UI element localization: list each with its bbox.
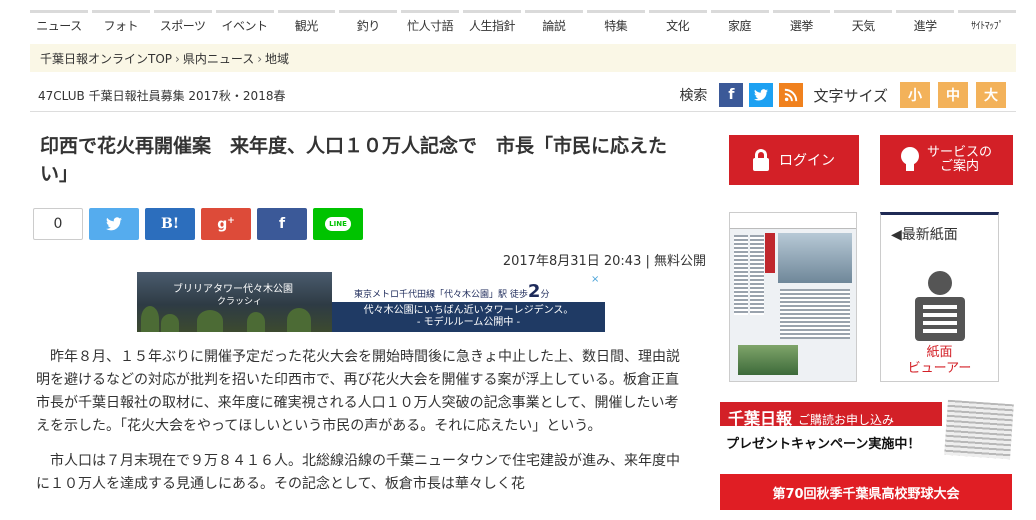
promo-brand: 千葉日報 [728,409,793,428]
share-twitter-button[interactable] [89,208,139,240]
promo-campaign: プレゼントキャンペーン実施中！ [726,437,921,452]
nav-item[interactable]: 天気 [834,10,893,40]
login-button[interactable]: ログイン [729,135,859,185]
facebook-icon: f [278,216,286,232]
latest-paper-thumbnail[interactable] [729,212,857,382]
twitter-icon [106,217,122,231]
newspaper-reader-icon [915,271,965,341]
login-label: ログイン [779,153,835,169]
breadcrumb-prefecture-news[interactable]: 県内ニュース [183,52,254,66]
baseball-tournament-banner[interactable]: 第70回秋季千葉県高校野球大会 [720,474,1012,510]
share-facebook-button[interactable]: f [257,208,307,240]
nav-item[interactable]: イベント [215,10,274,40]
facebook-icon[interactable]: f [719,83,744,107]
share-count: 0 [33,208,83,240]
paper-photo [738,345,798,375]
rss-symbol-icon [785,88,798,102]
gplus-icon: g+ [217,215,235,233]
ad-station: 東京メトロ千代田線「代々木公園」駅 徒歩2分 [332,272,605,302]
article-body: 昨年８月、１５年ぶりに開催予定だった花火大会を開始時間後に急きょ中止した上、数日… [36,346,688,508]
paper-photo [778,233,852,283]
ad-tree [197,310,223,332]
search-link[interactable]: 検索 [679,85,707,105]
nav-item[interactable]: フォト [91,10,150,40]
line-icon: LINE [325,217,351,231]
nav-item[interactable]: 忙人寸語 [401,10,460,40]
ad-tree [287,308,311,332]
breadcrumb: 千葉日報オンラインTOP › 県内ニュース › 地域 [30,44,1016,72]
nav-item[interactable]: 文化 [648,10,707,40]
ad-tower-title: ブリリアタワー代々木公園 [173,284,293,295]
service-guide-button[interactable]: サービスの ご案内 [880,135,1013,185]
nav-item[interactable]: スポーツ [153,10,212,40]
latest-paper-panel[interactable]: ◀最新紙面 紙面 ビューアー [880,212,999,382]
ad-station-text: 東京メトロ千代田線「代々木公園」駅 [354,290,508,300]
breadcrumb-separator: › [257,52,263,66]
nav-item[interactable]: 論説 [525,10,583,40]
ad-tagline: 代々木公園にいちばん近いタワーレジデンス。 - モデルルーム公開中 - [332,302,605,332]
share-gplus-button[interactable]: g+ [201,208,251,240]
ad-walk: 徒歩 [509,290,528,300]
ad-tree [141,306,159,332]
rss-icon[interactable] [779,83,804,107]
article-title: 印西で花火再開催案 来年度、人口１０万人記念で 市長「市民に応えたい」 [40,135,668,185]
ad-close-icon[interactable]: × [591,274,603,286]
nav-item[interactable]: 選挙 [772,10,831,40]
font-size-label: 文字サイズ [813,86,888,105]
ad-banner[interactable]: ブリリアタワー代々木公園 クラッシィ 東京メトロ千代田線「代々木公園」駅 徒歩2… [137,272,605,332]
ad-tower-sub: クラッシィ [217,297,263,307]
ad-tagline-1: 代々木公園にいちばん近いタワーレジデンス。 [363,305,574,316]
share-hatena-button[interactable]: B! [145,208,195,240]
nav-item[interactable]: 人生指針 [463,10,521,40]
hatena-icon: B! [161,216,179,232]
ad-text: 東京メトロ千代田線「代々木公園」駅 徒歩2分 代々木公園にいちばん近いタワーレジ… [332,272,605,332]
nav-item[interactable]: 家庭 [710,10,769,40]
breadcrumb-top[interactable]: 千葉日報オンラインTOP [40,52,172,66]
subscription-promo[interactable]: 千葉日報 ご購読お申し込み プレゼントキャンペーン実施中！ [720,399,1014,460]
promo-band: 千葉日報 ご購読お申し込み [720,402,942,428]
breadcrumb-region[interactable]: 地域 [265,52,289,66]
article-paragraph: 昨年８月、１５年ぶりに開催予定だった花火大会を開始時間後に急きょ中止した上、数日… [36,349,680,434]
nav-item[interactable]: ｻｲﾄﾏｯﾌﾟ [958,10,1016,40]
viewer-caption: 紙面 ビューアー [907,345,972,376]
twitter-bird-icon [754,89,769,101]
font-size-small-button[interactable]: 小 [900,82,930,108]
font-size-large-button[interactable]: 大 [976,82,1006,108]
ad-minutes-unit: 分 [540,290,550,300]
tools: 検索 f 文字サイズ 小 中 大 [679,82,1006,108]
nav-item[interactable]: ニュース [30,10,88,40]
global-nav: ニュース フォト スポーツ イベント 観光 釣り 忙人寸語 人生指針 論説 特集 文化 家庭 選挙 天気進… [30,10,1016,40]
lock-icon [753,149,769,171]
nav-item[interactable]: 観光 [277,10,336,40]
nav-item[interactable]: 釣り [339,10,398,40]
latest-paper-label: ◀最新紙面 [891,227,958,243]
ad-image: ブリリアタワー代々木公園 クラッシィ [137,272,332,332]
article-date: 2017年8月31日 20:43 | 無料公開 [502,254,706,269]
club-recruit-link[interactable]: 47CLUB 千葉日報社員募集 2017秋・2018春 [38,87,285,104]
service-label: サービスの ご案内 [926,145,992,174]
ad-tagline-2: - モデルルーム公開中 - [416,317,521,328]
ad-minutes: 2 [527,281,541,302]
twitter-icon[interactable] [749,83,774,107]
ad-tree [161,314,179,332]
share-line-button[interactable]: LINE [313,208,363,240]
ad-tree [247,312,265,332]
nav-item[interactable]: 特集 [586,10,645,40]
lightbulb-icon [900,147,919,173]
promo-band-text: ご購読お申し込み [798,413,895,427]
font-size-medium-button[interactable]: 中 [938,82,968,108]
promo-newspaper-image [944,399,1014,460]
share-bar: 0 B! g+ f LINE [33,208,363,240]
nav-item[interactable]: 進学 [896,10,955,40]
sub-bar: 47CLUB 千葉日報社員募集 2017秋・2018春 検索 f 文字サイズ 小… [30,78,1016,112]
breadcrumb-separator: › [175,52,180,66]
article-paragraph: 市人口は７月末現在で９万８４１６人。北総線沿線の千葉ニュータウンで住宅建設が進み… [36,453,680,492]
